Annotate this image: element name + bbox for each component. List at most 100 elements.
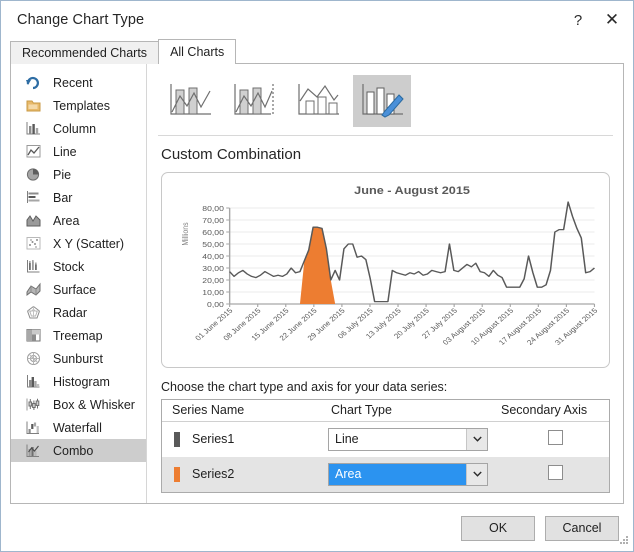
treemap-icon — [25, 328, 42, 343]
series-table: Series Name Chart Type Secondary Axis Se… — [162, 400, 609, 492]
histogram-icon — [25, 374, 42, 389]
col-secondary-axis: Secondary Axis — [501, 400, 609, 422]
svg-text:10,00: 10,00 — [202, 289, 224, 297]
tab-all-charts-label: All Charts — [170, 45, 225, 59]
sidebar-item-surface[interactable]: Surface — [11, 278, 146, 301]
chevron-down-icon[interactable] — [466, 463, 487, 485]
sidebar-item-label: Sunburst — [53, 351, 104, 366]
table-header-row: Series Name Chart Type Secondary Axis — [162, 400, 609, 422]
sidebar-item-recent[interactable]: Recent — [11, 71, 146, 94]
tab-all-charts[interactable]: All Charts — [158, 39, 237, 64]
table-row[interactable]: Series1 Line — [162, 422, 609, 457]
sidebar-item-label: Column — [53, 121, 97, 136]
box-whisker-icon — [25, 397, 42, 412]
series-name-cell: Series1 — [162, 422, 321, 457]
sidebar-item-box-whisker[interactable]: Box & Whisker — [11, 393, 146, 416]
col-chart-type: Chart Type — [321, 400, 501, 422]
svg-text:Millions: Millions — [181, 222, 191, 246]
title-bar: Change Chart Type ? ✕ — [1, 1, 633, 39]
sidebar-item-label: Stock — [53, 259, 85, 274]
combo-thumbnail-row — [158, 73, 613, 129]
sunburst-icon — [25, 351, 42, 366]
thumbnail-stacked-area-clustered-column[interactable] — [289, 75, 347, 127]
radar-icon — [25, 305, 42, 320]
series-color-swatch — [174, 466, 180, 482]
series-instruction: Choose the chart type and axis for your … — [161, 380, 448, 394]
sidebar-item-label: Pie — [53, 167, 72, 182]
svg-text:20,00: 20,00 — [202, 277, 224, 285]
thumbnail-clustered-column-line-secondary-axis[interactable] — [225, 75, 283, 127]
tab-recommended-charts[interactable]: Recommended Charts — [10, 41, 160, 64]
svg-text:0,00: 0,00 — [207, 301, 224, 309]
chart-type-cell: Area — [321, 456, 501, 492]
sidebar-item-templates[interactable]: Templates — [11, 94, 146, 117]
chart-preview-card[interactable]: June - August 2015 Millions 0,00 10,00 20,00… — [161, 172, 610, 368]
sidebar-item-area[interactable]: Area — [11, 209, 146, 232]
tab-recommended-charts-label: Recommended Charts — [22, 46, 148, 60]
sidebar-item-line[interactable]: Line — [11, 140, 146, 163]
sidebar-item-label: Histogram — [53, 374, 110, 389]
sidebar-item-xy-scatter[interactable]: X Y (Scatter) — [11, 232, 146, 255]
surface-icon — [25, 282, 42, 297]
table-row[interactable]: Series2 Area — [162, 456, 609, 492]
close-button[interactable]: ✕ — [595, 5, 629, 35]
pie-icon — [25, 167, 42, 182]
secondary-axis-cell — [501, 456, 609, 492]
series-name-cell: Series2 — [162, 456, 321, 492]
svg-text:70,00: 70,00 — [202, 217, 224, 225]
sidebar-item-histogram[interactable]: Histogram — [11, 370, 146, 393]
dialog-footer: OK Cancel — [1, 505, 633, 551]
chart-type-dropdown-series1[interactable]: Line — [328, 427, 488, 451]
tab-strip: Recommended Charts All Charts — [1, 39, 633, 64]
sidebar-item-waterfall[interactable]: Waterfall — [11, 416, 146, 439]
svg-text:30,00: 30,00 — [202, 265, 224, 273]
sidebar-item-treemap[interactable]: Treemap — [11, 324, 146, 347]
change-chart-type-dialog: Change Chart Type ? ✕ Recommended Charts… — [0, 0, 634, 552]
col-series-name: Series Name — [162, 400, 321, 422]
title-bar-buttons: ? ✕ — [561, 1, 629, 39]
help-button[interactable]: ? — [561, 5, 595, 35]
resize-grip[interactable] — [618, 534, 630, 549]
sidebar-item-label: Combo — [53, 443, 94, 458]
sidebar-item-label: Surface — [53, 282, 97, 297]
waterfall-icon — [25, 420, 42, 435]
secondary-axis-checkbox-series2[interactable] — [547, 465, 563, 480]
area-icon — [25, 213, 42, 228]
bar-icon — [25, 190, 42, 205]
sidebar-item-stock[interactable]: Stock — [11, 255, 146, 278]
sidebar-item-label: Templates — [53, 98, 110, 113]
chart-preview: June - August 2015 Millions 0,00 10,00 20,00… — [165, 176, 606, 364]
sidebar-item-pie[interactable]: Pie — [11, 163, 146, 186]
stock-icon — [25, 259, 42, 274]
sidebar-item-label: Bar — [53, 190, 73, 205]
svg-text:80,00: 80,00 — [202, 205, 224, 213]
sidebar-item-radar[interactable]: Radar — [11, 301, 146, 324]
chart-options-content: Custom Combination June - August 2015 Mil… — [147, 64, 623, 503]
ok-button[interactable]: OK — [461, 515, 535, 541]
main-panel: Recent Templates Column Line Pie Bar Are… — [10, 63, 624, 504]
sidebar-item-bar[interactable]: Bar — [11, 186, 146, 209]
series-name-label: Series1 — [192, 432, 235, 447]
chevron-down-icon[interactable] — [466, 428, 487, 450]
sidebar-item-label: Waterfall — [53, 420, 102, 435]
chart-type-dropdown-series2[interactable]: Area — [328, 462, 488, 486]
series-table-wrapper: Series Name Chart Type Secondary Axis Se… — [161, 399, 610, 493]
combination-chart: June - August 2015 Millions 0,00 10,00 20,00… — [181, 184, 600, 347]
sidebar-item-sunburst[interactable]: Sunburst — [11, 347, 146, 370]
sidebar-item-label: Area — [53, 213, 80, 228]
svg-text:60,00: 60,00 — [202, 229, 224, 237]
sidebar-item-combo[interactable]: Combo — [11, 439, 146, 462]
series-name-label: Series2 — [192, 467, 235, 481]
sidebar-item-label: Box & Whisker — [53, 397, 135, 412]
svg-text:50,00: 50,00 — [202, 241, 224, 249]
scatter-icon — [25, 236, 42, 251]
cancel-button[interactable]: Cancel — [545, 515, 619, 541]
sidebar-item-label: Treemap — [53, 328, 103, 343]
secondary-axis-checkbox-series1[interactable] — [547, 430, 563, 446]
column-icon — [25, 121, 42, 136]
svg-text:40,00: 40,00 — [202, 253, 224, 261]
sidebar-item-column[interactable]: Column — [11, 117, 146, 140]
sidebar-item-label: X Y (Scatter) — [53, 236, 125, 251]
thumbnail-clustered-column-line[interactable] — [161, 75, 219, 127]
thumbnail-custom-combination[interactable] — [353, 75, 411, 127]
